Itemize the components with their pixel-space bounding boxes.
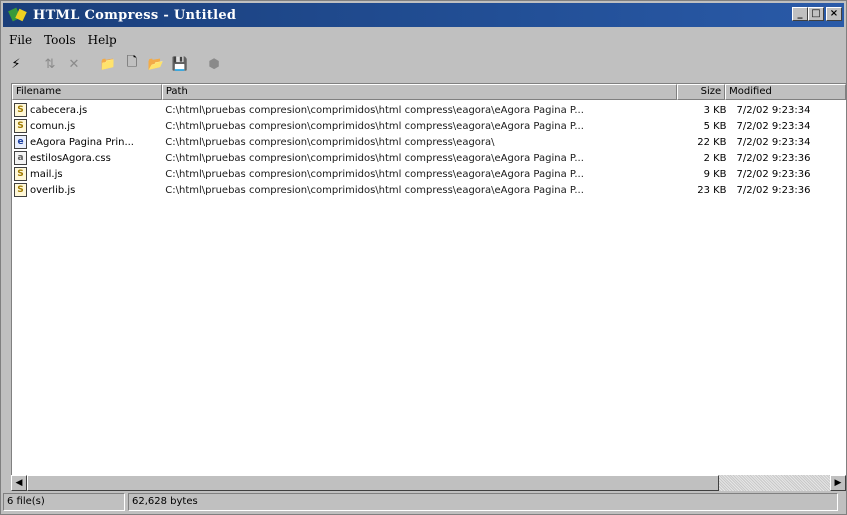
save-disk-icon: 💾	[171, 56, 189, 72]
cell-path: C:\html\pruebas compresion\comprimidos\h…	[165, 120, 584, 132]
cell-path: C:\html\pruebas compresion\comprimidos\h…	[165, 168, 584, 180]
table-row[interactable]: e eAgora Pagina Prin... C:\html\pruebas co…	[12, 134, 846, 150]
cell-modified: 7/2/02 9:23:34	[736, 120, 811, 132]
move-button[interactable]: ⇅	[39, 54, 61, 74]
js-file-icon: S	[14, 183, 27, 197]
js-file-icon: S	[14, 167, 27, 181]
cell-filename: Soverlib.js	[12, 183, 161, 197]
save-button[interactable]: 💾	[169, 54, 191, 74]
menu-help[interactable]: Help	[82, 33, 123, 47]
column-header-size[interactable]: Size	[677, 84, 726, 100]
table-row[interactable]: Scabecera.js C:\html\pruebas compresion\c…	[12, 102, 846, 118]
stop-icon: ⬢	[208, 56, 220, 72]
cell-filename: a estilosAgora.css	[12, 151, 161, 165]
close-button[interactable]: ×	[826, 7, 842, 21]
menu-file[interactable]: File	[3, 33, 38, 47]
column-header-filename[interactable]: Filename	[12, 84, 162, 100]
cell-size: 5 KB	[703, 120, 727, 132]
js-file-icon: S	[14, 119, 27, 133]
cell-filename: Scomun.js	[12, 119, 161, 133]
cell-modified: 7/2/02 9:23:34	[736, 104, 811, 116]
cell-filename: Smail.js	[12, 167, 161, 181]
open-folder-icon: 📂	[147, 56, 165, 72]
filename-text: eAgora Pagina Prin...	[30, 136, 134, 148]
maximize-button[interactable]: □	[808, 7, 824, 21]
html-compress-icon[interactable]	[8, 7, 27, 23]
filename-text: estilosAgora.css	[30, 152, 111, 164]
compress-button[interactable]: ⚡	[5, 54, 27, 74]
table-row[interactable]: Soverlib.js C:\html\pruebas compresion\co…	[12, 182, 846, 198]
table-row[interactable]: Smail.js C:\html\pruebas compresion\compr…	[12, 166, 846, 182]
add-folder-icon: 📁	[99, 56, 117, 72]
html-file-icon: e	[14, 135, 27, 149]
table-row[interactable]: a estilosAgora.css C:\html\pruebas compres…	[12, 150, 846, 166]
add-folder-button[interactable]: 📁	[97, 54, 119, 74]
cell-size: 23 KB	[697, 184, 727, 196]
cell-size: 3 KB	[703, 104, 727, 116]
filename-text: comun.js	[30, 120, 76, 132]
filename-text: mail.js	[30, 168, 63, 180]
cell-filename: e eAgora Pagina Prin...	[12, 135, 161, 149]
css-file-icon: a	[14, 151, 27, 165]
cell-modified: 7/2/02 9:23:36	[736, 184, 811, 196]
menu-tools[interactable]: Tools	[38, 33, 82, 47]
status-bar: 6 file(s) 62,628 bytes	[3, 493, 846, 513]
horizontal-scrollbar[interactable]: ◀ ▶	[11, 475, 846, 491]
cell-path: C:\html\pruebas compresion\comprimidos\h…	[165, 136, 495, 148]
cell-size: 2 KB	[703, 152, 727, 164]
cell-modified: 7/2/02 9:23:36	[736, 152, 811, 164]
cell-path: C:\html\pruebas compresion\comprimidos\h…	[165, 152, 584, 164]
new-document-icon: 🗋	[126, 55, 138, 70]
status-total-bytes: 62,628 bytes	[128, 493, 838, 511]
window-title: HTML Compress - Untitled	[33, 7, 237, 23]
menu-bar: File Tools Help	[3, 31, 123, 49]
cell-modified: 7/2/02 9:23:36	[736, 168, 811, 180]
file-list[interactable]: Filename Path Size Modified Scabecera.js…	[11, 83, 846, 475]
stop-button[interactable]: ⬢	[203, 54, 225, 74]
new-button[interactable]: 🗋	[121, 54, 143, 74]
status-file-count: 6 file(s)	[3, 493, 125, 511]
title-bar[interactable]: HTML Compress - Untitled _ □ ×	[3, 3, 844, 27]
lightning-icon: ⚡	[11, 56, 21, 72]
file-rows: Scabecera.js C:\html\pruebas compresion\c…	[12, 102, 846, 198]
cell-path: C:\html\pruebas compresion\comprimidos\h…	[165, 184, 584, 196]
toolbar: ⚡ ⇅ ✕ 📁 🗋 📂 💾 ⬢	[5, 53, 227, 75]
column-header-modified[interactable]: Modified	[725, 84, 846, 100]
minimize-button[interactable]: _	[792, 7, 808, 21]
app-window: HTML Compress - Untitled _ □ × File Tool…	[0, 0, 847, 515]
table-row[interactable]: Scomun.js C:\html\pruebas compresion\comp…	[12, 118, 846, 134]
cell-modified: 7/2/02 9:23:34	[736, 136, 811, 148]
scroll-left-button[interactable]: ◀	[11, 475, 27, 491]
filename-text: overlib.js	[30, 184, 76, 196]
move-icon: ⇅	[44, 56, 56, 72]
cell-filename: Scabecera.js	[12, 103, 161, 117]
column-headers: Filename Path Size Modified	[12, 84, 846, 100]
filename-text: cabecera.js	[30, 104, 88, 116]
js-file-icon: S	[14, 103, 27, 117]
window-controls: _ □ ×	[792, 7, 842, 21]
cell-size: 22 KB	[697, 136, 727, 148]
cell-size: 9 KB	[703, 168, 727, 180]
cell-path: C:\html\pruebas compresion\comprimidos\h…	[165, 104, 584, 116]
remove-x-icon: ✕	[68, 56, 80, 72]
open-button[interactable]: 📂	[145, 54, 167, 74]
scroll-thumb[interactable]	[27, 475, 719, 491]
column-header-path[interactable]: Path	[161, 84, 678, 100]
remove-button[interactable]: ✕	[63, 54, 85, 74]
scroll-right-button[interactable]: ▶	[830, 475, 846, 491]
